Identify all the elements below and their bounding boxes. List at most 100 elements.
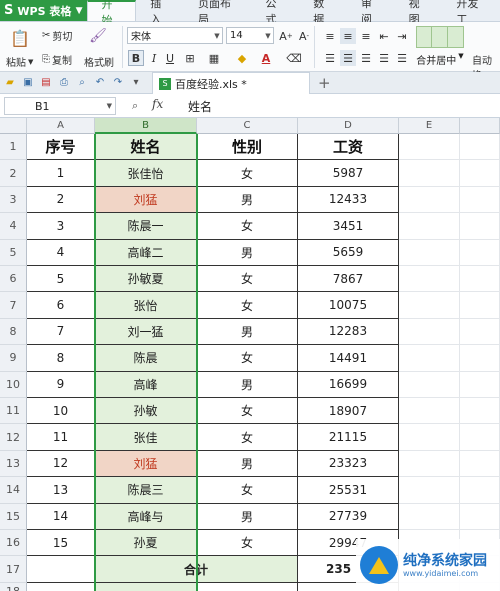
- table-cell[interactable]: 23323: [298, 450, 399, 478]
- bold-icon[interactable]: B: [128, 50, 144, 66]
- table-cell[interactable]: 5659: [298, 239, 399, 266]
- table-cell[interactable]: 女: [197, 160, 298, 187]
- table-cell[interactable]: 6: [27, 292, 95, 319]
- table-cell[interactable]: 3451: [298, 213, 399, 240]
- table-cell[interactable]: 女: [197, 345, 298, 372]
- row-header[interactable]: 15: [0, 503, 27, 530]
- table-cell[interactable]: 男: [197, 186, 298, 214]
- total-label-cell[interactable]: 合计: [95, 556, 298, 583]
- paste-button[interactable]: 粘贴 ▼: [6, 54, 33, 70]
- row-header[interactable]: 16: [0, 530, 27, 557]
- table-cell[interactable]: 10075: [298, 292, 399, 319]
- tab-review[interactable]: 审阅: [347, 0, 395, 26]
- row-header[interactable]: 11: [0, 398, 27, 425]
- empty-cell[interactable]: [460, 213, 500, 240]
- empty-cell[interactable]: [399, 213, 460, 240]
- new-tab-icon[interactable]: +: [318, 74, 331, 92]
- table-cell[interactable]: 12283: [298, 318, 399, 346]
- empty-cell[interactable]: [95, 582, 197, 591]
- table-cell[interactable]: 5: [27, 266, 95, 293]
- table-cell[interactable]: 2: [27, 186, 95, 214]
- formula-input[interactable]: 姓名: [188, 98, 212, 115]
- row-header[interactable]: 10: [0, 371, 27, 398]
- italic-icon[interactable]: I: [146, 50, 162, 66]
- empty-cell[interactable]: [27, 582, 95, 591]
- borders-icon[interactable]: ⊞: [182, 50, 198, 66]
- table-cell[interactable]: 张怡: [95, 292, 197, 319]
- font-color-icon[interactable]: A: [258, 50, 274, 66]
- header-cell[interactable]: 姓名: [95, 134, 197, 161]
- tab-insert[interactable]: 插入: [136, 0, 184, 26]
- table-cell[interactable]: 男: [197, 318, 298, 346]
- empty-cell[interactable]: [399, 450, 460, 478]
- header-cell[interactable]: 工资: [298, 134, 399, 161]
- row-header[interactable]: 17: [0, 556, 27, 583]
- table-cell[interactable]: 5987: [298, 160, 399, 187]
- column-header-f[interactable]: [460, 118, 500, 134]
- redo-icon[interactable]: ↷: [110, 75, 126, 91]
- format-painter-icon[interactable]: 🖌: [89, 28, 107, 44]
- row-header[interactable]: 13: [0, 450, 27, 478]
- row-header[interactable]: 18: [0, 582, 27, 591]
- align-left-icon[interactable]: ☰: [322, 50, 338, 66]
- empty-cell[interactable]: [460, 318, 500, 346]
- table-cell[interactable]: 7867: [298, 266, 399, 293]
- merge-borders-icon[interactable]: ▦: [206, 50, 222, 66]
- table-cell[interactable]: 1: [27, 160, 95, 187]
- empty-cell[interactable]: [460, 134, 500, 161]
- table-cell[interactable]: 孙敏: [95, 398, 197, 425]
- total-index-cell[interactable]: [27, 556, 95, 583]
- distributed-align-icon[interactable]: ☰: [394, 50, 410, 66]
- table-cell[interactable]: 张佳怡: [95, 160, 197, 187]
- clear-format-icon[interactable]: ⌫: [286, 50, 302, 66]
- table-cell[interactable]: 高峰: [95, 371, 197, 398]
- justify-icon[interactable]: ☰: [376, 50, 392, 66]
- empty-cell[interactable]: [460, 186, 500, 214]
- empty-cell[interactable]: [460, 345, 500, 372]
- table-cell[interactable]: 14: [27, 503, 95, 530]
- empty-cell[interactable]: [460, 424, 500, 451]
- table-cell[interactable]: 女: [197, 477, 298, 504]
- table-cell[interactable]: 女: [197, 266, 298, 293]
- table-cell[interactable]: 孙夏: [95, 530, 197, 557]
- table-cell[interactable]: 9: [27, 371, 95, 398]
- print-preview-icon[interactable]: ⌕: [74, 75, 90, 91]
- align-center-icon[interactable]: ☰: [340, 50, 356, 66]
- empty-cell[interactable]: [399, 424, 460, 451]
- table-cell[interactable]: 陈晨一: [95, 213, 197, 240]
- empty-cell[interactable]: [399, 503, 460, 530]
- row-header[interactable]: 5: [0, 239, 27, 266]
- table-cell[interactable]: 3: [27, 213, 95, 240]
- open-folder-icon[interactable]: ▰: [2, 75, 18, 91]
- empty-cell[interactable]: [460, 160, 500, 187]
- column-header-a[interactable]: A: [27, 118, 95, 134]
- table-cell[interactable]: 女: [197, 213, 298, 240]
- align-top-icon[interactable]: ≡: [322, 28, 338, 44]
- table-cell[interactable]: 陈晨三: [95, 477, 197, 504]
- table-cell[interactable]: 女: [197, 292, 298, 319]
- table-cell[interactable]: 12433: [298, 186, 399, 214]
- empty-cell[interactable]: [460, 266, 500, 293]
- column-header-d[interactable]: D: [298, 118, 399, 134]
- empty-cell[interactable]: [460, 398, 500, 425]
- header-cell[interactable]: 序号: [27, 134, 95, 161]
- align-right-icon[interactable]: ☰: [358, 50, 374, 66]
- table-cell[interactable]: 张佳: [95, 424, 197, 451]
- table-cell[interactable]: 男: [197, 503, 298, 530]
- table-cell[interactable]: 15: [27, 530, 95, 557]
- table-cell[interactable]: 10: [27, 398, 95, 425]
- indent-increase-icon[interactable]: ⇥: [394, 28, 410, 44]
- table-cell[interactable]: 4: [27, 239, 95, 266]
- merge-center-button[interactable]: 合并居中 ▼: [412, 26, 468, 68]
- empty-cell[interactable]: [399, 318, 460, 346]
- empty-cell[interactable]: [460, 503, 500, 530]
- empty-cell[interactable]: [399, 398, 460, 425]
- empty-cell[interactable]: [399, 134, 460, 161]
- table-cell[interactable]: 7: [27, 318, 95, 346]
- row-header[interactable]: 7: [0, 292, 27, 319]
- tab-data[interactable]: 数据: [299, 0, 347, 26]
- row-header[interactable]: 4: [0, 213, 27, 240]
- row-header[interactable]: 6: [0, 266, 27, 293]
- document-tab[interactable]: S 百度经验.xls *: [152, 72, 310, 94]
- indent-decrease-icon[interactable]: ⇤: [376, 28, 392, 44]
